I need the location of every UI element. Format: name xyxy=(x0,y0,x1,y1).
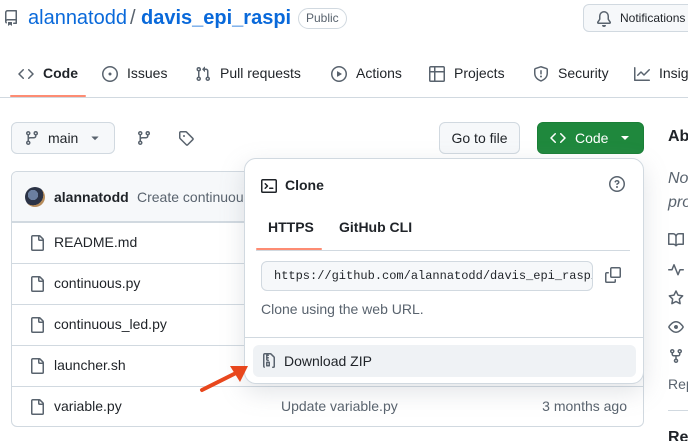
star-icon xyxy=(668,290,684,305)
code-icon xyxy=(550,132,566,144)
file-commit-message[interactable]: Update variable.py xyxy=(281,398,398,414)
about-description-line: No xyxy=(668,170,688,187)
clone-tabs-divider xyxy=(256,250,630,251)
tab-insights-label: Insig xyxy=(659,65,688,81)
terminal-icon xyxy=(261,179,277,193)
file-name[interactable]: continuous.py xyxy=(54,275,140,291)
repo-icon xyxy=(4,10,18,26)
file-name[interactable]: launcher.sh xyxy=(54,357,126,373)
clone-title: Clone xyxy=(285,177,324,193)
play-icon xyxy=(331,66,347,82)
sidebar-section-heading: Re xyxy=(668,429,688,441)
table-icon xyxy=(429,66,445,82)
about-description-line: pro xyxy=(668,194,688,211)
avatar[interactable] xyxy=(25,187,45,207)
tab-issues[interactable]: Issues xyxy=(102,56,167,98)
clone-hint: Clone using the web URL. xyxy=(261,301,424,317)
tab-actions-label: Actions xyxy=(356,65,402,81)
file-name[interactable]: continuous_led.py xyxy=(54,316,167,332)
go-to-file-button[interactable]: Go to file xyxy=(439,122,520,154)
file-zip-icon xyxy=(263,353,275,368)
fork-icon xyxy=(670,349,682,364)
about-heading: Ab xyxy=(668,128,688,145)
file-name[interactable]: variable.py xyxy=(54,398,122,414)
copy-icon[interactable] xyxy=(605,267,621,283)
code-icon xyxy=(18,68,34,80)
file-commit-time: 3 months ago xyxy=(542,398,627,414)
file-row[interactable]: variable.py Update variable.py 3 months … xyxy=(12,386,643,426)
tab-insights[interactable]: Insig xyxy=(634,56,688,98)
clone-url-input[interactable]: https://github.com/alannatodd/davis_epi_… xyxy=(261,261,593,291)
file-icon xyxy=(31,276,44,292)
tab-https[interactable]: HTTPS xyxy=(268,219,314,235)
notifications-button[interactable]: Notifications xyxy=(583,4,688,32)
download-zip-label: Download ZIP xyxy=(284,353,372,369)
repo-owner-link[interactable]: alannatodd xyxy=(28,7,127,30)
file-icon xyxy=(31,358,44,374)
clone-divider xyxy=(245,337,643,338)
clone-popover: Clone HTTPS GitHub CLI https://github.co… xyxy=(244,158,644,384)
branches-icon[interactable] xyxy=(136,130,152,146)
book-icon xyxy=(668,232,684,247)
tab-code[interactable]: Code xyxy=(18,56,78,98)
annotation-arrow-icon xyxy=(200,366,248,392)
tab-github-cli[interactable]: GitHub CLI xyxy=(339,219,412,235)
issue-icon xyxy=(102,66,118,82)
tab-actions[interactable]: Actions xyxy=(331,56,402,98)
repo-tabs: Code Issues Pull requests Actions Projec… xyxy=(0,56,688,98)
tab-projects[interactable]: Projects xyxy=(429,56,505,98)
commit-author[interactable]: alannatodd xyxy=(54,189,129,205)
file-name[interactable]: README.md xyxy=(54,234,137,250)
report-link[interactable]: Rep xyxy=(668,376,688,392)
file-icon xyxy=(31,399,44,415)
code-button-label: Code xyxy=(575,130,609,146)
file-icon xyxy=(31,235,44,251)
tag-icon[interactable] xyxy=(178,130,194,146)
download-zip-item[interactable]: Download ZIP xyxy=(253,345,636,377)
shield-icon xyxy=(534,66,548,82)
caret-down-icon xyxy=(621,136,630,140)
branch-name: main xyxy=(48,130,79,146)
tab-projects-label: Projects xyxy=(454,65,505,81)
pull-request-icon xyxy=(196,66,211,82)
commit-message[interactable]: Create continuous xyxy=(137,189,251,205)
question-icon[interactable] xyxy=(609,176,625,192)
about-description: No pro xyxy=(668,167,688,215)
branch-selector[interactable]: main xyxy=(11,122,115,154)
tab-pull-requests[interactable]: Pull requests xyxy=(195,56,301,98)
code-dropdown-button[interactable]: Code xyxy=(537,122,644,154)
caret-down-icon xyxy=(91,136,99,141)
bell-icon xyxy=(596,11,611,27)
tab-issues-label: Issues xyxy=(127,65,168,81)
path-separator: / xyxy=(130,7,136,29)
branch-icon xyxy=(25,131,38,146)
tab-pull-requests-label: Pull requests xyxy=(220,65,301,81)
tab-security-label: Security xyxy=(558,65,609,81)
sidebar-divider xyxy=(668,410,688,411)
repo-name-link[interactable]: davis_epi_raspi xyxy=(141,7,291,30)
tab-code-label: Code xyxy=(43,65,78,81)
file-icon xyxy=(31,317,44,333)
pulse-icon xyxy=(668,264,684,276)
repo-header: alannatodd / davis_epi_raspi Public Noti… xyxy=(0,0,688,40)
visibility-badge: Public xyxy=(298,8,347,29)
notifications-label: Notifications xyxy=(620,11,686,25)
eye-icon xyxy=(668,321,684,333)
tab-security[interactable]: Security xyxy=(533,56,609,98)
active-tab-underline xyxy=(10,95,86,97)
graph-icon xyxy=(634,67,650,81)
